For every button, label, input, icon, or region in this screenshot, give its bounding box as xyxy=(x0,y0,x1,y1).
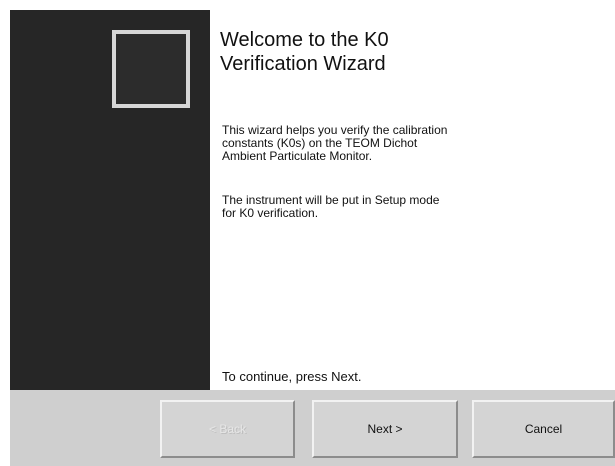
wizard-content-area: Welcome to the K0 Verification Wizard Th… xyxy=(220,10,610,390)
verification-wizard-window: Welcome to the K0 Verification Wizard Th… xyxy=(0,0,615,466)
continue-instruction: To continue, press Next. xyxy=(222,369,362,384)
wizard-description: This wizard helps you verify the calibra… xyxy=(222,123,448,163)
wizard-side-panel xyxy=(10,10,210,390)
wizard-title: Welcome to the K0 Verification Wizard xyxy=(220,29,389,75)
cancel-button[interactable]: Cancel xyxy=(472,400,615,458)
wizard-setup-note: The instrument will be put in Setup mode… xyxy=(222,193,440,220)
next-button[interactable]: Next > xyxy=(312,400,458,458)
wizard-logo-icon xyxy=(112,30,190,108)
wizard-button-bar: < Back Next > Cancel xyxy=(10,390,615,466)
back-button: < Back xyxy=(160,400,295,458)
